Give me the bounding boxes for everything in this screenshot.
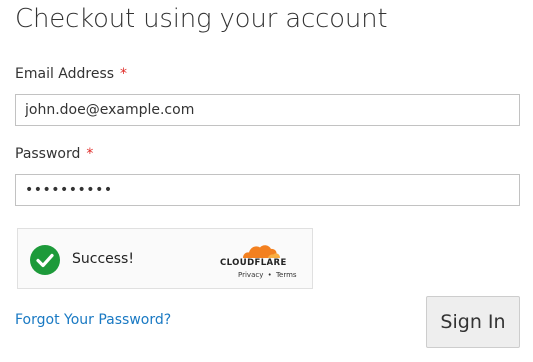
- cloudflare-brand-text: CLOUDFLARE: [220, 258, 287, 268]
- captcha-links: Privacy • Terms: [237, 271, 298, 279]
- link-separator: •: [267, 271, 272, 279]
- privacy-link[interactable]: Privacy: [238, 271, 263, 279]
- required-asterisk: *: [86, 146, 94, 162]
- email-input[interactable]: [15, 94, 520, 126]
- email-label-text: Email Address: [15, 66, 115, 82]
- page-title: Checkout using your account: [15, 4, 388, 34]
- captcha-widget[interactable]: Success! CLOUDFLARE Privacy • Terms: [17, 228, 313, 289]
- password-label: Password *: [15, 146, 93, 162]
- success-check-icon: [30, 245, 60, 275]
- captcha-status: Success!: [72, 251, 134, 267]
- password-input[interactable]: [15, 174, 520, 206]
- sign-in-button[interactable]: Sign In: [426, 296, 520, 348]
- forgot-password-link[interactable]: Forgot Your Password?: [15, 312, 171, 328]
- terms-link[interactable]: Terms: [276, 271, 297, 279]
- password-label-text: Password: [15, 146, 81, 162]
- required-asterisk: *: [120, 66, 128, 82]
- email-label: Email Address *: [15, 66, 127, 82]
